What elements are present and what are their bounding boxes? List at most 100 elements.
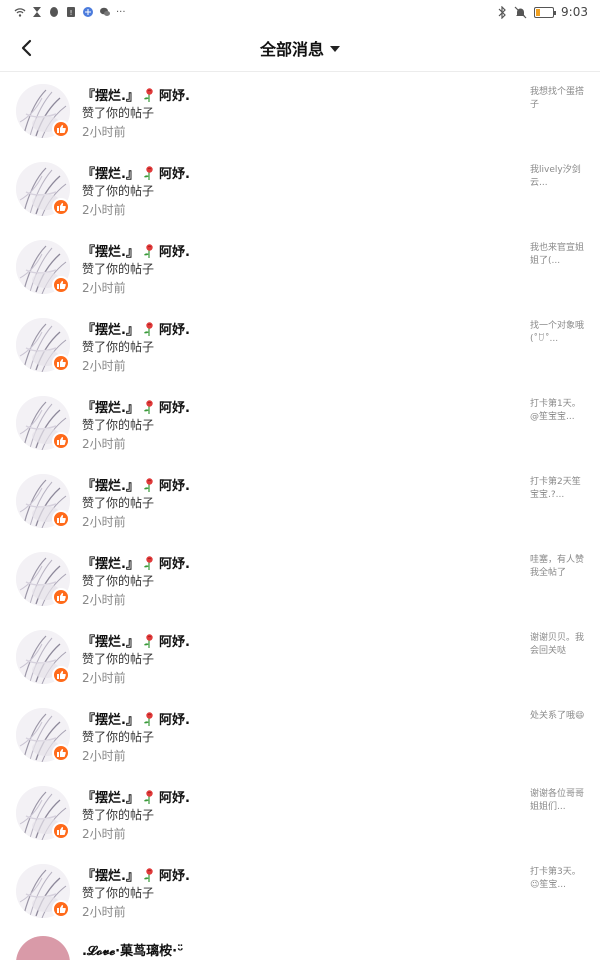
post-snippet[interactable]: 哇塞，有人赞我全帖了 xyxy=(530,554,586,580)
user-name-left: 『摆烂.』 xyxy=(82,557,139,572)
post-snippet[interactable]: 我lively汐剑云... xyxy=(530,164,586,190)
rose-icon xyxy=(143,165,153,180)
thumbs-up-icon xyxy=(57,281,66,289)
notification-item[interactable]: 『摆烂.』 阿妤. 赞了你的帖子 2小时前 打卡第2天笙宝宝.?... xyxy=(0,462,600,540)
action-text: 赞了你的帖子 xyxy=(82,106,155,120)
notification-item[interactable]: 『摆烂.』 阿妤. 赞了你的帖子 2小时前 处关系了哦😄 xyxy=(0,696,600,774)
action-text: 赞了你的帖子 xyxy=(82,340,155,354)
message-filter-dropdown[interactable]: 全部消息 xyxy=(0,36,600,60)
user-name[interactable]: 『摆烂.』 阿妤. xyxy=(82,631,190,650)
like-badge xyxy=(52,510,70,528)
thumbs-up-icon xyxy=(57,749,66,757)
timestamp: 2小时前 xyxy=(82,359,126,373)
notification-item[interactable]: 『摆烂.』 阿妤. 赞了你的帖子 2小时前 找一个对象哦(˚ꇴ˚... xyxy=(0,306,600,384)
post-snippet[interactable]: 打卡第1天。@笙宝宝... xyxy=(530,398,586,424)
more-dots-icon: ··· xyxy=(116,6,126,18)
rose-icon xyxy=(143,555,153,570)
user-name[interactable]: 『摆烂.』 阿妤. xyxy=(82,865,190,884)
timestamp: 2小时前 xyxy=(82,593,126,607)
notification-item[interactable]: 『摆烂.』 阿妤. 赞了你的帖子 2小时前 谢谢各位哥哥姐姐们... xyxy=(0,774,600,852)
user-name-right: 阿妤. xyxy=(158,713,190,728)
user-name-right: 阿妤. xyxy=(158,89,190,104)
post-snippet[interactable]: 打卡第3天。😉笙宝... xyxy=(530,866,586,892)
user-name[interactable]: 『摆烂.』 阿妤. xyxy=(82,241,190,260)
wifi-icon xyxy=(14,8,26,17)
sim-icon: ! xyxy=(67,7,75,17)
action-text: 赞了你的帖子 xyxy=(82,886,155,900)
qq-icon xyxy=(50,7,58,17)
rose-icon xyxy=(143,321,153,336)
notification-list: 『摆烂.』 阿妤. 赞了你的帖子 2小时前 我想找个蛋搭子 『摆烂.』 阿妤. … xyxy=(0,72,600,960)
thumbs-up-icon xyxy=(57,671,66,679)
user-name-right: 阿妤. xyxy=(158,557,190,572)
user-name-right: 阿妤. xyxy=(158,635,190,650)
notification-item[interactable]: 『摆烂.』 阿妤. 赞了你的帖子 2小时前 哇塞，有人赞我全帖了 xyxy=(0,540,600,618)
timestamp: 2小时前 xyxy=(82,437,126,451)
rose-icon xyxy=(143,633,153,648)
caret-down-icon xyxy=(330,46,340,52)
post-snippet[interactable]: 打卡第2天笙宝宝.?... xyxy=(530,476,586,502)
rose-icon xyxy=(143,711,153,726)
user-name[interactable]: 『摆烂.』 阿妤. xyxy=(82,85,190,104)
thumbs-up-icon xyxy=(57,593,66,601)
user-name-left: 『摆烂.』 xyxy=(82,167,139,182)
timestamp: 2小时前 xyxy=(82,125,126,139)
user-name[interactable]: .𝓛𝓸𝓿𝓮·菓茑璃桉·ᵕ̈ xyxy=(82,940,183,959)
rose-icon xyxy=(143,87,153,102)
notification-item[interactable]: 『摆烂.』 阿妤. 赞了你的帖子 2小时前 我也来官宣姐姐了(... xyxy=(0,228,600,306)
post-snippet[interactable]: 我也来官宣姐姐了(... xyxy=(530,242,586,268)
action-text: 赞了你的帖子 xyxy=(82,184,155,198)
user-name-left: 『摆烂.』 xyxy=(82,791,139,806)
timestamp: 2小时前 xyxy=(82,827,126,841)
user-name-right: 阿妤. xyxy=(158,323,190,338)
list-item-partial[interactable]: .𝓛𝓸𝓿𝓮·菓茑璃桉·ᵕ̈ xyxy=(0,930,600,960)
user-name[interactable]: 『摆烂.』 阿妤. xyxy=(82,163,190,182)
post-snippet[interactable]: 谢谢贝贝。我会回关哒 xyxy=(530,632,586,658)
avatar[interactable] xyxy=(16,936,70,960)
notification-item[interactable]: 『摆烂.』 阿妤. 赞了你的帖子 2小时前 打卡第1天。@笙宝宝... xyxy=(0,384,600,462)
thumbs-up-icon xyxy=(57,827,66,835)
bluetooth-icon xyxy=(498,5,506,19)
user-name[interactable]: 『摆烂.』 阿妤. xyxy=(82,709,190,728)
notification-item[interactable]: 『摆烂.』 阿妤. 赞了你的帖子 2小时前 我想找个蛋搭子 xyxy=(0,72,600,150)
post-snippet[interactable]: 找一个对象哦(˚ꇴ˚... xyxy=(530,320,586,346)
user-name[interactable]: 『摆烂.』 阿妤. xyxy=(82,475,190,494)
user-name[interactable]: 『摆烂.』 阿妤. xyxy=(82,787,190,806)
action-text: 赞了你的帖子 xyxy=(82,418,155,432)
like-badge xyxy=(52,198,70,216)
status-left-icons: ! ··· xyxy=(14,5,126,19)
thumbs-up-icon xyxy=(57,125,66,133)
user-name-right: 阿妤. xyxy=(158,167,190,182)
rose-icon xyxy=(143,399,153,414)
status-right: 9:03 xyxy=(497,4,588,20)
timestamp: 2小时前 xyxy=(82,203,126,217)
post-snippet[interactable]: 我想找个蛋搭子 xyxy=(530,86,586,112)
notification-item[interactable]: 『摆烂.』 阿妤. 赞了你的帖子 2小时前 我lively汐剑云... xyxy=(0,150,600,228)
user-name-right: 阿妤. xyxy=(158,245,190,260)
user-name[interactable]: 『摆烂.』 阿妤. xyxy=(82,553,190,572)
rose-icon xyxy=(143,243,153,258)
post-snippet[interactable]: 谢谢各位哥哥姐姐们... xyxy=(530,788,586,814)
user-name-right: 阿妤. xyxy=(158,791,190,806)
clock: 9:03 xyxy=(561,5,588,19)
notification-item[interactable]: 『摆烂.』 阿妤. 赞了你的帖子 2小时前 打卡第3天。😉笙宝... xyxy=(0,852,600,930)
like-badge xyxy=(52,822,70,840)
hourglass-icon xyxy=(33,7,41,17)
user-name-right: 阿妤. xyxy=(158,401,190,416)
user-name-left: 『摆烂.』 xyxy=(82,89,139,104)
action-text: 赞了你的帖子 xyxy=(82,574,155,588)
action-text: 赞了你的帖子 xyxy=(82,262,155,276)
user-name[interactable]: 『摆烂.』 阿妤. xyxy=(82,319,190,338)
timestamp: 2小时前 xyxy=(82,281,126,295)
notification-item[interactable]: 『摆烂.』 阿妤. 赞了你的帖子 2小时前 谢谢贝贝。我会回关哒 xyxy=(0,618,600,696)
top-bar: 全部消息 xyxy=(0,24,600,72)
user-name[interactable]: 『摆烂.』 阿妤. xyxy=(82,397,190,416)
post-snippet[interactable]: 处关系了哦😄 xyxy=(530,710,586,723)
like-badge xyxy=(52,432,70,450)
user-name-right: 阿妤. xyxy=(158,479,190,494)
wechat-icon xyxy=(100,7,110,16)
action-text: 赞了你的帖子 xyxy=(82,496,155,510)
status-bar: ! ··· 9:03 xyxy=(0,0,600,24)
page-title: 全部消息 xyxy=(259,40,324,59)
like-badge xyxy=(52,120,70,138)
